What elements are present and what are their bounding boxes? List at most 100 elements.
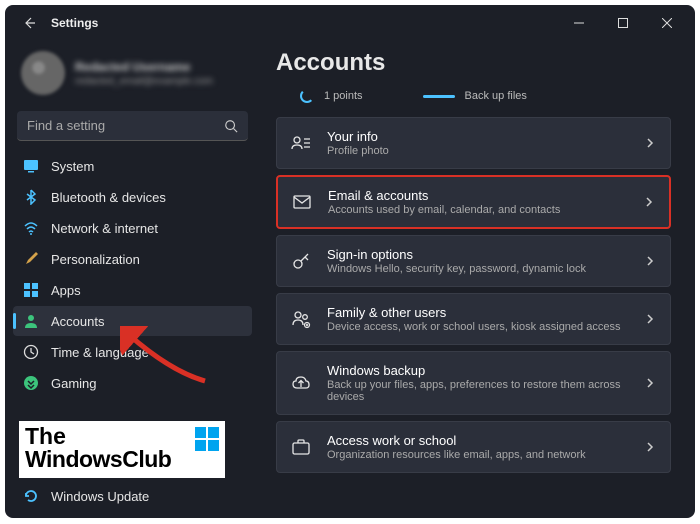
ring-icon <box>300 89 314 103</box>
sidebar-item-accounts[interactable]: Accounts <box>13 306 252 336</box>
sidebar-item-label: Gaming <box>51 376 97 391</box>
card-title: Family & other users <box>327 305 628 320</box>
card-work-school[interactable]: Access work or school Organization resou… <box>276 421 671 473</box>
card-signin-options[interactable]: Sign-in options Windows Hello, security … <box>276 235 671 287</box>
maximize-icon <box>618 18 628 28</box>
person-icon <box>23 313 39 329</box>
card-email-accounts[interactable]: Email & accounts Accounts used by email,… <box>276 175 671 229</box>
watermark: The WindowsClub <box>19 421 225 478</box>
your-info-icon <box>291 133 311 153</box>
card-your-info[interactable]: Your info Profile photo <box>276 117 671 169</box>
card-title: Access work or school <box>327 433 628 448</box>
minimize-icon <box>574 18 584 28</box>
chevron-right-icon <box>644 441 656 453</box>
sidebar-item-label: Time & language <box>51 345 149 360</box>
chevron-right-icon <box>644 377 656 389</box>
sidebar-item-label: Apps <box>51 283 81 298</box>
watermark-line2: WindowsClub <box>25 448 219 471</box>
sidebar-item-gaming[interactable]: Gaming <box>13 368 252 398</box>
chevron-right-icon <box>644 137 656 149</box>
user-email: redacted_email@example.com <box>75 76 213 87</box>
nav-list: System Bluetooth & devices Network & int… <box>13 151 252 398</box>
search-box[interactable] <box>17 111 248 141</box>
window-title: Settings <box>51 16 98 30</box>
avatar <box>21 51 65 95</box>
card-body: Email & accounts Accounts used by email,… <box>328 188 627 216</box>
sidebar-item-time-language[interactable]: Time & language <box>13 337 252 367</box>
card-body: Your info Profile photo <box>327 129 628 157</box>
user-profile[interactable]: Redacted Username redacted_email@example… <box>13 45 252 107</box>
sidebar-item-label: Accounts <box>51 314 104 329</box>
briefcase-icon <box>291 437 311 457</box>
update-icon <box>23 488 39 504</box>
card-body: Windows backup Back up your files, apps,… <box>327 363 628 403</box>
stat-label: 1 points <box>324 90 363 102</box>
content: Redacted Username redacted_email@example… <box>5 41 695 518</box>
sidebar-item-system[interactable]: System <box>13 151 252 181</box>
search-icon <box>224 119 238 133</box>
sidebar-item-apps[interactable]: Apps <box>13 275 252 305</box>
sidebar-item-network[interactable]: Network & internet <box>13 213 252 243</box>
sidebar: Redacted Username redacted_email@example… <box>5 41 260 518</box>
window-controls <box>557 5 689 41</box>
stat-label: Back up files <box>465 90 527 102</box>
brush-icon <box>23 251 39 267</box>
gaming-icon <box>23 375 39 391</box>
chevron-right-icon <box>644 313 656 325</box>
watermark-line1: The <box>25 425 219 448</box>
card-body: Access work or school Organization resou… <box>327 433 628 461</box>
close-icon <box>662 18 672 28</box>
card-sub: Back up your files, apps, preferences to… <box>327 379 628 403</box>
sidebar-item-bluetooth[interactable]: Bluetooth & devices <box>13 182 252 212</box>
card-sub: Accounts used by email, calendar, and co… <box>328 204 627 216</box>
card-sub: Windows Hello, security key, password, d… <box>327 263 628 275</box>
close-button[interactable] <box>645 5 689 41</box>
chevron-right-icon <box>644 255 656 267</box>
family-icon <box>291 309 311 329</box>
card-sub: Device access, work or school users, kio… <box>327 321 628 333</box>
sidebar-item-label: Personalization <box>51 252 140 267</box>
user-text: Redacted Username redacted_email@example… <box>75 60 213 87</box>
stats-row: 1 points Back up files <box>300 89 671 103</box>
stat-backup[interactable]: Back up files <box>423 89 527 103</box>
arrow-left-icon <box>21 15 37 31</box>
wifi-icon <box>23 220 39 236</box>
sidebar-item-label: Windows Update <box>51 489 149 504</box>
card-title: Your info <box>327 129 628 144</box>
settings-window: Settings Redacted Username redacted_emai… <box>5 5 695 518</box>
page-title: Accounts <box>276 49 671 77</box>
maximize-button[interactable] <box>601 5 645 41</box>
nav-list-bottom: Windows Update <box>13 481 252 512</box>
card-windows-backup[interactable]: Windows backup Back up your files, apps,… <box>276 351 671 415</box>
card-body: Sign-in options Windows Hello, security … <box>327 247 628 275</box>
card-title: Email & accounts <box>328 188 627 203</box>
key-icon <box>291 251 311 271</box>
card-title: Windows backup <box>327 363 628 378</box>
card-sub: Organization resources like email, apps,… <box>327 449 628 461</box>
minimize-button[interactable] <box>557 5 601 41</box>
watermark-logo <box>195 427 219 451</box>
sidebar-item-label: Bluetooth & devices <box>51 190 166 205</box>
system-icon <box>23 158 39 174</box>
search-input[interactable] <box>27 118 224 133</box>
user-name: Redacted Username <box>75 60 213 74</box>
card-family-users[interactable]: Family & other users Device access, work… <box>276 293 671 345</box>
card-title: Sign-in options <box>327 247 628 262</box>
sidebar-item-label: Network & internet <box>51 221 158 236</box>
sidebar-item-personalization[interactable]: Personalization <box>13 244 252 274</box>
bluetooth-icon <box>23 189 39 205</box>
clock-icon <box>23 344 39 360</box>
chevron-right-icon <box>643 196 655 208</box>
mail-icon <box>292 192 312 212</box>
sidebar-item-windows-update[interactable]: Windows Update <box>13 481 252 511</box>
card-body: Family & other users Device access, work… <box>327 305 628 333</box>
titlebar: Settings <box>5 5 695 41</box>
stat-points[interactable]: 1 points <box>300 89 363 103</box>
back-button[interactable] <box>11 5 47 41</box>
card-sub: Profile photo <box>327 145 628 157</box>
cloud-icon <box>291 373 311 393</box>
bar-icon <box>423 95 455 98</box>
apps-icon <box>23 282 39 298</box>
sidebar-item-label: System <box>51 159 94 174</box>
main-panel: Accounts 1 points Back up files Your inf… <box>260 41 695 518</box>
